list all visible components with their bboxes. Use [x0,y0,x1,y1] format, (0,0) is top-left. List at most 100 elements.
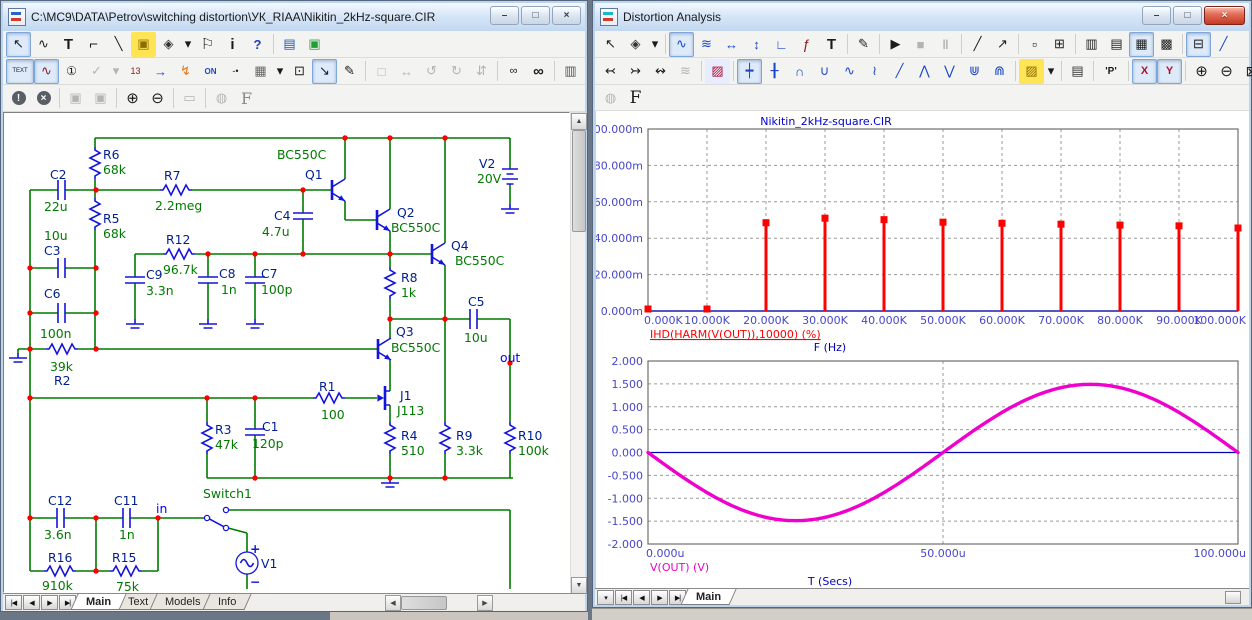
shapes-dropdown[interactable]: ▾ [181,32,195,57]
pane-dropdown-button[interactable]: ▾ [597,590,614,605]
zoom-out-button[interactable]: ⊖ [145,86,170,111]
scroll-right-icon[interactable]: ▶ [477,595,493,611]
schematic-tab-main[interactable]: Main [70,594,126,610]
node-numbers-button[interactable]: ① [59,59,84,84]
pattern-vertical-button[interactable]: ▥ [1079,32,1104,57]
font-button[interactable]: F [234,86,259,111]
previous-page-button[interactable]: ◀ [23,595,40,610]
error-marker-button[interactable]: ▣ [302,32,327,57]
grid-dropdown[interactable]: ▾ [273,59,287,84]
component-values-button[interactable]: ∿ [34,59,59,84]
grid-button[interactable]: ▦ [248,59,273,84]
plot-area[interactable]: Nikitin_2kHz-square.CIR100.000m80.000m60… [596,111,1249,588]
schematic-tab-info[interactable]: Info [202,594,251,610]
scope-options-button[interactable]: ▨ [705,59,730,84]
font-button[interactable]: F [623,85,648,110]
model-window-button[interactable]: ▥ [558,59,583,84]
scroll-up-icon[interactable]: ▲ [571,113,587,130]
horizontal-cursor-button[interactable]: ┿ [737,59,762,84]
global-max-button[interactable]: ⋒ [987,59,1012,84]
single-plot-button[interactable]: ⊟ [1186,32,1211,57]
zoom-in-button[interactable]: ⊕ [120,86,145,111]
peak-button[interactable]: ∩ [787,59,812,84]
ortho-wire-tool[interactable]: ⌐ [81,32,106,57]
formula-button[interactable]: ƒ [794,32,819,57]
vertical-tag-button[interactable]: ↕ [744,32,769,57]
properties-button[interactable]: ✎ [851,32,876,57]
text-tool[interactable]: T [819,32,844,57]
hscroll-thumb[interactable] [401,596,447,610]
text-tool[interactable]: T [56,32,81,57]
analysis-tab-main[interactable]: Main [680,589,736,605]
zoom-in-button[interactable]: ⊕ [1189,59,1214,84]
pattern-grid-button[interactable]: ▦ [1129,32,1154,57]
schematic-vscrollbar[interactable]: ▲ ▼ [570,112,586,593]
shapes-tool[interactable]: ◈ [156,32,181,57]
polyline-tool[interactable]: ↗ [990,32,1015,57]
node-snap-button[interactable]: -• [223,59,248,84]
cursor-right-button[interactable]: ↣ [623,59,648,84]
minimize-button[interactable]: – [490,6,519,25]
zoom-window-button[interactable]: ⊠ [1239,59,1252,84]
zoom-out-button[interactable]: ⊖ [1214,59,1239,84]
horizontal-tag-button[interactable]: ↔ [719,32,744,57]
marquee-button[interactable]: ▫ [1022,32,1047,57]
current-arrows-button[interactable]: → [148,59,173,84]
step-tag-button[interactable]: ∟ [769,32,794,57]
component-tool[interactable]: ▣ [131,32,156,57]
select-tool[interactable]: ↖ [6,32,31,57]
line-tool[interactable]: ╱ [965,32,990,57]
track-mode-button[interactable]: ≋ [694,32,719,57]
schematic-hscrollbar[interactable]: ◀ ▶ [385,595,493,610]
local-max-button[interactable]: ⋀ [912,59,937,84]
close-button[interactable]: × [1204,6,1245,25]
maximize-button[interactable]: □ [521,6,550,25]
y-scale-button[interactable]: Y [1157,59,1182,84]
find-wave-button[interactable]: ∞ [501,59,526,84]
go-to-dropdown[interactable]: ▾ [1044,59,1058,84]
pattern-columns-button[interactable]: ▩ [1154,32,1179,57]
run-button[interactable]: ▶ [883,32,908,57]
schematic-canvas[interactable]: C222uR668kR72.2megR568k10uC3R1296.7kC93.… [3,112,570,593]
valley-button[interactable]: ∪ [812,59,837,84]
first-page-button[interactable]: |◀ [615,590,632,605]
inflection-button[interactable]: ╱ [887,59,912,84]
pane-splitter-handle[interactable] [1225,591,1241,604]
select-tool[interactable]: ↖ [598,32,623,57]
prev-error-button[interactable]: ! [6,86,31,111]
shapes-tool[interactable]: ◈ [623,32,648,57]
info-tool[interactable]: i [220,32,245,57]
scope-mode-button[interactable]: ∿ [669,32,694,57]
p-key-button[interactable]: 'P' [1097,59,1125,84]
low-button[interactable]: ≀ [862,59,887,84]
scroll-down-icon[interactable]: ▼ [571,577,587,594]
wire-tool[interactable]: ∿ [31,32,56,57]
cursor-both-button[interactable]: ↭ [648,59,673,84]
go-to-branch-button[interactable]: ▨ [1019,59,1044,84]
first-page-button[interactable]: |◀ [5,595,22,610]
add-grid-button[interactable]: ⊞ [1047,32,1072,57]
vscroll-thumb[interactable] [572,130,586,232]
help-mode-tool[interactable]: ? [245,32,270,57]
vertical-cursor-button[interactable]: ╂ [762,59,787,84]
x-scale-button[interactable]: X [1132,59,1157,84]
shapes-dropdown[interactable]: ▾ [648,32,662,57]
slope-cursor-button[interactable]: ╱ [1211,32,1236,57]
cursor-left-button[interactable]: ↢ [598,59,623,84]
attributes-button[interactable]: ✎ [337,59,362,84]
find-button[interactable]: ∞ [526,59,551,84]
flag-tool[interactable]: ⚐ [195,32,220,57]
page-info-button[interactable]: ▤ [277,32,302,57]
line-tool[interactable]: ╲ [106,32,131,57]
power-probe-button[interactable]: ↯ [173,59,198,84]
previous-page-button[interactable]: ◀ [633,590,650,605]
global-min-button[interactable]: ⋓ [962,59,987,84]
state-display-button[interactable]: ON [198,59,223,84]
date-stamp-button[interactable]: 13 [123,59,148,84]
local-min-button[interactable]: ⋁ [937,59,962,84]
minimize-button[interactable]: – [1142,6,1171,25]
probe-end-mode-button[interactable]: ↘ [312,59,337,84]
next-error-button[interactable]: × [31,86,56,111]
close-button[interactable]: × [552,6,581,25]
pattern-horizontal-button[interactable]: ▤ [1104,32,1129,57]
